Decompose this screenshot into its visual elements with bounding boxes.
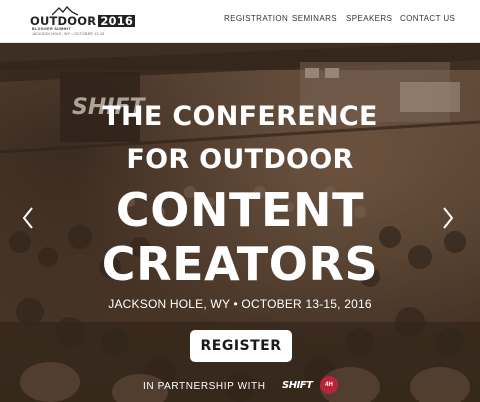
hero-headline-line-3: CONTENT [115, 183, 365, 237]
logo-subtitle: BLOGGER SUMMIT [32, 27, 71, 31]
hero-headline-line-1: THE CONFERENCE [102, 101, 378, 132]
event-date-location: JACKSON HOLE, WY • OCTOBER 13-15, 2016 [108, 297, 372, 311]
partner-logo-shift[interactable]: SHIFT [282, 379, 313, 393]
logo-wordmark: OUTDOOR 2016 [30, 14, 136, 28]
logo-title: OUTDOOR [30, 14, 97, 28]
nav-contact-us[interactable]: CONTACT US [400, 12, 455, 26]
partnership-label: IN PARTNERSHIP WITH [143, 381, 266, 392]
hero-headline-line-4: CREATORS [101, 237, 379, 291]
nav-seminars[interactable]: SEMINARS [292, 12, 337, 26]
logo-tagline: JACKSON HOLE, WY • OCTOBER 13-15 [32, 32, 105, 36]
logo-year: 2016 [98, 14, 136, 28]
site-logo[interactable]: OUTDOOR 2016 BLOGGER SUMMIT JACKSON HOLE,… [30, 6, 136, 36]
hero-headline-line-2: FOR OUTDOOR [126, 144, 354, 175]
nav-speakers[interactable]: SPEAKERS [346, 12, 392, 26]
register-button[interactable]: REGISTER [190, 330, 292, 362]
site-header: OUTDOOR 2016 BLOGGER SUMMIT JACKSON HOLE,… [0, 0, 480, 43]
partner-logo-4h[interactable]: 4H [320, 376, 338, 394]
nav-registration[interactable]: REGISTRATION [224, 12, 288, 26]
